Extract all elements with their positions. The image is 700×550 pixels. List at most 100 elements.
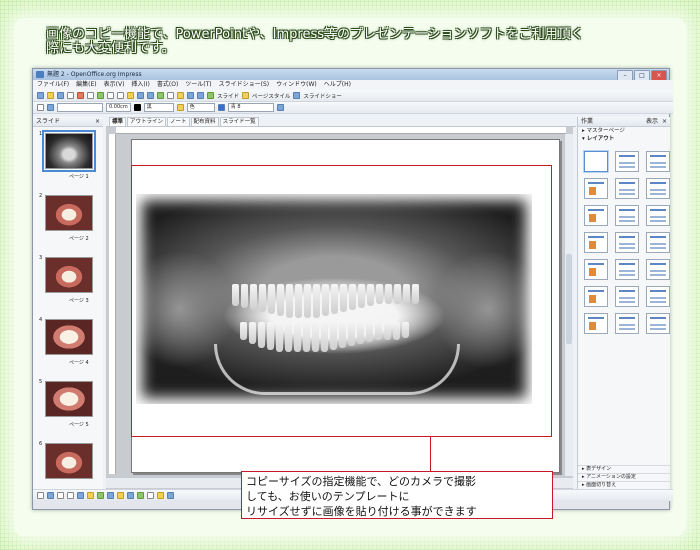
- block-arrows-icon[interactable]: [127, 492, 134, 499]
- draw-line-icon[interactable]: [47, 492, 54, 499]
- menu-file[interactable]: ファイル(F): [37, 80, 69, 90]
- curve-icon[interactable]: [87, 492, 94, 499]
- layout-option[interactable]: [584, 286, 608, 307]
- layout-option[interactable]: [615, 205, 639, 226]
- layout-option[interactable]: [584, 178, 608, 199]
- slide-thumbnail-image[interactable]: [45, 195, 93, 231]
- pdf-export-icon[interactable]: [77, 92, 84, 99]
- tab-normal[interactable]: 標準: [109, 117, 127, 126]
- layout-option[interactable]: [584, 151, 608, 172]
- menu-help[interactable]: ヘルプ(H): [324, 80, 351, 90]
- layout-option[interactable]: [646, 151, 670, 172]
- style-icon[interactable]: [37, 104, 44, 111]
- new-document-icon[interactable]: [37, 92, 44, 99]
- menu-tools[interactable]: ツール(T): [185, 80, 211, 90]
- layout-option[interactable]: [615, 151, 639, 172]
- slide-thumbnail-image[interactable]: [42, 130, 96, 172]
- area-fill-select[interactable]: 青 8: [227, 103, 274, 112]
- callouts-icon[interactable]: [147, 492, 154, 499]
- slide-thumbnail-image[interactable]: [45, 381, 93, 417]
- flowchart-icon[interactable]: [137, 492, 144, 499]
- line-icon[interactable]: [47, 104, 54, 111]
- area-icon[interactable]: [176, 104, 184, 111]
- tab-outline[interactable]: アウトライン: [127, 117, 167, 126]
- rectangle-icon[interactable]: [57, 492, 64, 499]
- page-style-button[interactable]: ページスタイル: [252, 92, 290, 100]
- menu-format[interactable]: 書式(O): [157, 80, 178, 90]
- master-pages-section[interactable]: ▸ マスターページ: [578, 127, 670, 135]
- slide-thumbnail-image[interactable]: [45, 319, 93, 355]
- print-icon[interactable]: [87, 92, 94, 99]
- slideshow-button[interactable]: スライドショー: [303, 92, 342, 100]
- basic-shapes-icon[interactable]: [107, 492, 114, 499]
- line-style-select[interactable]: [57, 103, 103, 112]
- menu-slideshow[interactable]: スライドショー(S): [219, 80, 270, 90]
- layout-option[interactable]: [646, 232, 670, 253]
- slide-thumbnail-item[interactable]: 5 ページ 5: [39, 379, 101, 437]
- slide-thumbnail-item[interactable]: 2 ページ 2: [39, 193, 101, 251]
- select-arrow-icon[interactable]: [37, 492, 44, 499]
- connector-icon[interactable]: [97, 492, 104, 499]
- layout-option[interactable]: [646, 205, 670, 226]
- layout-option[interactable]: [646, 178, 670, 199]
- table-design-section[interactable]: ▸ 表デザイン: [578, 465, 670, 473]
- email-icon[interactable]: [67, 92, 74, 99]
- zoom-icon[interactable]: [187, 92, 194, 99]
- title-bar[interactable]: 無題 2 - OpenOffice.org Impress – □ ×: [33, 69, 669, 81]
- menu-edit[interactable]: 編集(E): [76, 80, 96, 90]
- tasks-view-menu[interactable]: 表示: [646, 117, 658, 126]
- tab-handout[interactable]: 配布資料: [190, 117, 219, 126]
- slide-thumbnail-item[interactable]: 1 ページ 1: [39, 130, 101, 189]
- ellipse-icon[interactable]: [67, 492, 74, 499]
- undo-icon[interactable]: [137, 92, 144, 99]
- slide-thumbnail-image[interactable]: [45, 443, 93, 479]
- slide-button[interactable]: スライド: [217, 92, 239, 100]
- spellcheck-icon[interactable]: [97, 92, 104, 99]
- text-icon[interactable]: [77, 492, 84, 499]
- menu-view[interactable]: 表示(V): [104, 80, 125, 90]
- layouts-section[interactable]: ▾ レイアウト: [578, 135, 670, 143]
- vertical-scroll-thumb[interactable]: [566, 254, 572, 344]
- table-icon[interactable]: [167, 92, 174, 99]
- slides-pane-close-icon[interactable]: ×: [95, 117, 100, 126]
- 3d-objects-icon[interactable]: [167, 492, 174, 499]
- slide-thumbnail-item[interactable]: 3 ページ 3: [39, 255, 101, 313]
- line-width-select[interactable]: 0.00cm: [106, 103, 131, 112]
- layout-option[interactable]: [615, 232, 639, 253]
- custom-animation-section[interactable]: ▸ アニメーションの設定: [578, 473, 670, 481]
- layout-option[interactable]: [646, 313, 670, 334]
- line-color-select[interactable]: 黒: [143, 103, 174, 112]
- open-folder-icon[interactable]: [47, 92, 54, 99]
- layout-option[interactable]: [615, 178, 639, 199]
- vertical-scrollbar[interactable]: [564, 134, 573, 476]
- help-icon[interactable]: [197, 92, 204, 99]
- slideshow-icon[interactable]: [293, 92, 301, 99]
- navigator-icon[interactable]: [177, 92, 184, 99]
- tab-notes[interactable]: ノート: [167, 117, 190, 126]
- redo-icon[interactable]: [147, 92, 154, 99]
- symbol-shapes-icon[interactable]: [117, 492, 124, 499]
- shadow-icon[interactable]: [276, 104, 284, 111]
- tab-slide-sorter[interactable]: スライド一覧: [219, 117, 259, 126]
- cut-icon[interactable]: [107, 92, 114, 99]
- menu-insert[interactable]: 挿入(I): [131, 80, 149, 90]
- layout-option[interactable]: [584, 259, 608, 280]
- layout-option[interactable]: [615, 259, 639, 280]
- layout-option[interactable]: [584, 205, 608, 226]
- layout-option[interactable]: [646, 286, 670, 307]
- tasks-pane-close-icon[interactable]: ×: [662, 117, 667, 126]
- chart-icon[interactable]: [157, 92, 164, 99]
- layout-option[interactable]: [615, 313, 639, 334]
- page-style-icon[interactable]: [242, 92, 250, 99]
- layout-option[interactable]: [615, 286, 639, 307]
- copy-icon[interactable]: [117, 92, 124, 99]
- slide-icon[interactable]: [207, 92, 214, 99]
- save-icon[interactable]: [57, 92, 64, 99]
- layout-option[interactable]: [584, 313, 608, 334]
- stars-icon[interactable]: [157, 492, 164, 499]
- slide-transition-section[interactable]: ▸ 画面切り替え: [578, 481, 670, 489]
- slide-thumbnail-image[interactable]: [45, 257, 93, 293]
- slide-thumbnail-item[interactable]: 4 ページ 4: [39, 317, 101, 375]
- menu-window[interactable]: ウィンドウ(W): [276, 80, 317, 90]
- area-style-select[interactable]: 色: [186, 103, 215, 112]
